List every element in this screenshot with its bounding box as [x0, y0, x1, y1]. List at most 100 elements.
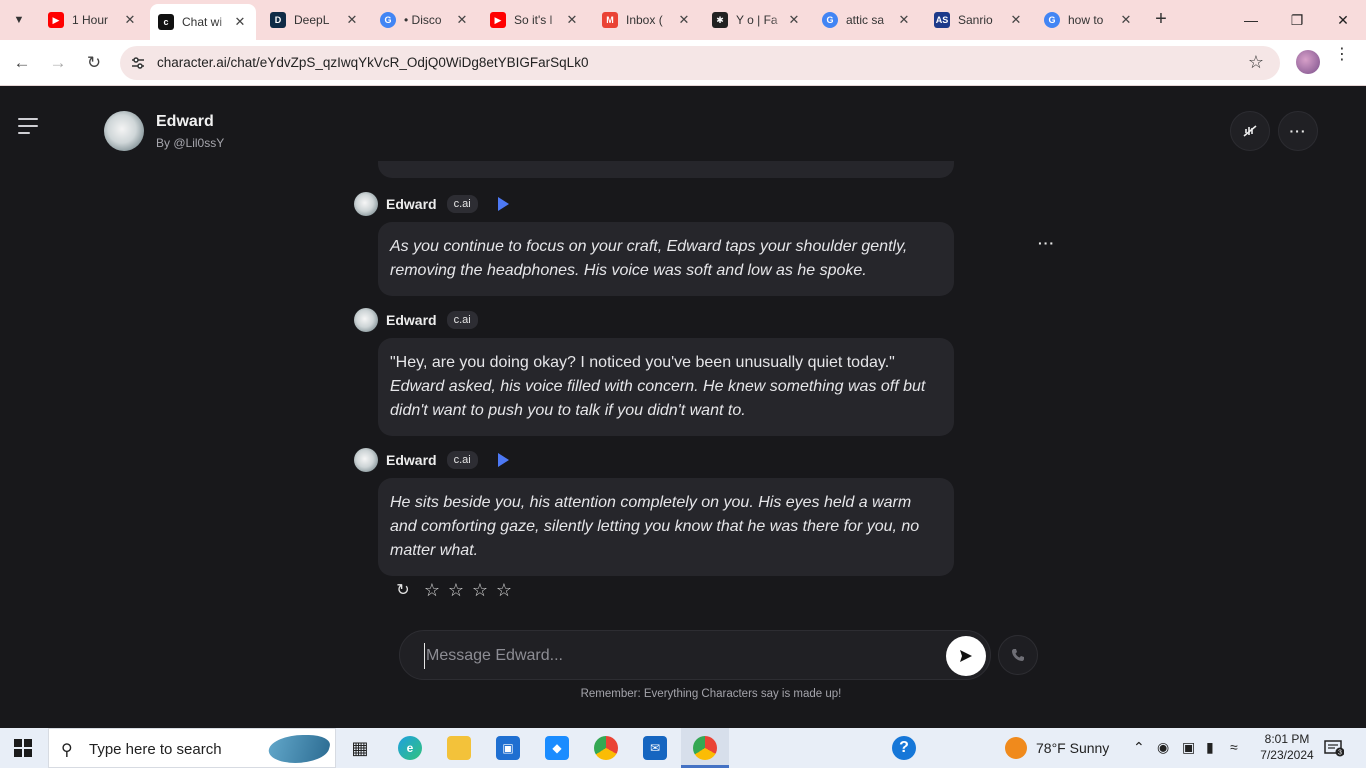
close-tab-icon[interactable]: ✕ — [564, 12, 580, 28]
message-more-icon[interactable]: ··· — [1038, 235, 1055, 251]
more-horizontal-icon: ··· — [1289, 123, 1307, 139]
regenerate-icon[interactable]: ↻ — [394, 581, 412, 599]
chrome-profile-icon[interactable] — [693, 736, 717, 760]
message-text: Edward asked, his voice filled with conc… — [390, 378, 926, 419]
tab-title: Sanrio — [958, 13, 993, 27]
menu-icon[interactable] — [18, 118, 38, 139]
rating-star-3-icon[interactable]: ☆ — [468, 580, 492, 601]
message-avatar[interactable] — [354, 308, 378, 332]
browser-tab[interactable]: G attic sa ✕ — [814, 6, 920, 34]
browser-tab[interactable]: AS Sanrio ✕ — [926, 6, 1032, 34]
more-options-button[interactable]: ··· — [1278, 111, 1318, 151]
tab-title: Chat wi — [182, 15, 223, 29]
character-name[interactable]: Edward — [156, 113, 214, 131]
close-tab-icon[interactable]: ✕ — [786, 12, 802, 28]
tab-title: DeepL — [294, 13, 330, 27]
windows-start-icon[interactable] — [14, 739, 32, 757]
google-icon: G — [822, 12, 838, 28]
close-tab-icon[interactable]: ✕ — [676, 12, 692, 28]
search-highlight-whale-icon — [265, 735, 333, 763]
bookmark-star-icon[interactable]: ☆ — [1244, 52, 1268, 73]
send-button[interactable] — [946, 636, 986, 676]
address-bar[interactable]: character.ai/chat/eYdvZpS_qzIwqYkVcR_Odj… — [120, 46, 1280, 80]
call-button[interactable] — [998, 635, 1038, 675]
disclaimer-text: Remember: Everything Characters say is m… — [580, 688, 842, 700]
search-icon: ⚲ — [61, 742, 73, 759]
notifications-icon[interactable]: 3 — [1324, 739, 1345, 757]
message-author: Edward — [386, 452, 437, 468]
close-tab-icon[interactable]: ✕ — [344, 12, 360, 28]
previous-message-bubble — [378, 161, 954, 178]
edge-icon[interactable]: e — [398, 736, 422, 760]
message-avatar[interactable] — [354, 448, 378, 472]
rating-star-1-icon[interactable]: ☆ — [420, 580, 444, 601]
rating-star-2-icon[interactable]: ☆ — [444, 580, 468, 601]
close-tab-icon[interactable]: ✕ — [1008, 12, 1024, 28]
wifi-icon[interactable]: ≈ — [1230, 739, 1238, 755]
restore-icon[interactable]: ❐ — [1274, 0, 1320, 40]
site-settings-icon[interactable] — [130, 55, 146, 71]
browser-tab[interactable]: G how to ✕ — [1036, 6, 1142, 34]
browser-menu-icon[interactable]: ⋮ — [1334, 47, 1350, 63]
message-input[interactable] — [424, 643, 924, 669]
minimize-icon[interactable]: — — [1228, 0, 1274, 40]
back-arrow-icon[interactable]: ← — [10, 51, 34, 75]
google-lens-icon: G — [380, 12, 396, 28]
record-icon[interactable]: ◉ — [1157, 739, 1169, 756]
forward-arrow-icon[interactable]: → — [46, 51, 70, 75]
voice-off-button[interactable] — [1230, 111, 1270, 151]
file-explorer-icon[interactable] — [447, 736, 471, 760]
new-tab-plus-icon[interactable]: + — [1150, 8, 1172, 30]
battery-icon[interactable]: ▮ — [1206, 739, 1214, 756]
taskbar-search[interactable]: ⚲ Type here to search — [48, 728, 336, 768]
close-tab-icon[interactable]: ✕ — [232, 14, 248, 30]
close-tab-icon[interactable]: ✕ — [1118, 12, 1134, 28]
message-author: Edward — [386, 312, 437, 328]
browser-tab-active[interactable]: c Chat wi ✕ — [150, 4, 256, 40]
meet-now-icon[interactable]: ▣ — [1182, 739, 1195, 756]
close-tab-icon[interactable]: ✕ — [896, 12, 912, 28]
play-voice-icon[interactable] — [497, 453, 509, 467]
reload-icon[interactable]: ↻ — [82, 51, 106, 75]
browser-tab[interactable]: D DeepL ✕ — [262, 6, 368, 34]
character-author[interactable]: By @Lil0ssY — [156, 136, 224, 150]
tab-search-chevron-icon[interactable]: ▼ — [8, 10, 30, 30]
tab-title: • Disco — [404, 13, 442, 27]
cai-badge: c.ai — [446, 451, 478, 469]
message-bubble: "Hey, are you doing okay? I noticed you'… — [378, 338, 954, 436]
close-tab-icon[interactable]: ✕ — [454, 12, 470, 28]
browser-tab[interactable]: ▶ So it's l ✕ — [482, 6, 588, 34]
tab-title: Inbox ( — [626, 13, 663, 27]
system-clock[interactable]: 8:01 PM 7/23/2024 — [1256, 731, 1318, 763]
task-view-icon[interactable]: ▦ — [348, 736, 372, 760]
character-avatar[interactable] — [104, 111, 144, 151]
mail-icon[interactable]: ✉ — [643, 736, 667, 760]
browser-tab[interactable]: G • Disco ✕ — [372, 6, 478, 34]
help-icon[interactable]: ? — [892, 736, 916, 760]
browser-tab[interactable]: M Inbox ( ✕ — [594, 6, 700, 34]
message-text: As you continue to focus on your craft, … — [390, 238, 908, 279]
play-voice-icon[interactable] — [497, 197, 509, 211]
close-tab-icon[interactable]: ✕ — [122, 12, 138, 28]
browser-tab[interactable]: ✱ Y o | Fa ✕ — [704, 6, 810, 34]
message-author: Edward — [386, 196, 437, 212]
phone-icon — [1012, 649, 1024, 661]
window-close-icon[interactable]: ✕ — [1320, 0, 1366, 40]
deepl-icon: D — [270, 12, 286, 28]
microsoft-store-icon[interactable]: ▣ — [496, 736, 520, 760]
dropbox-icon[interactable]: ◆ — [545, 736, 569, 760]
weather-text[interactable]: 78°F Sunny — [1036, 740, 1109, 756]
chat-app: Edward By @Lil0ssY ··· Edward c.ai As yo… — [0, 87, 1366, 728]
tray-chevron-icon[interactable]: ⌃ — [1133, 739, 1145, 756]
tab-title: how to — [1068, 13, 1104, 27]
chrome-icon[interactable] — [594, 736, 618, 760]
cai-badge: c.ai — [446, 311, 478, 329]
message-avatar[interactable] — [354, 192, 378, 216]
weather-sun-icon[interactable] — [1005, 737, 1027, 759]
ao3-icon: ✱ — [712, 12, 728, 28]
rating-star-4-icon[interactable]: ☆ — [492, 580, 516, 601]
profile-avatar[interactable] — [1296, 50, 1320, 74]
url-text[interactable]: character.ai/chat/eYdvZpS_qzIwqYkVcR_Odj… — [157, 55, 588, 70]
characterai-icon: c — [158, 14, 174, 30]
browser-tab[interactable]: ▶ 1 Hour ✕ — [40, 6, 146, 34]
